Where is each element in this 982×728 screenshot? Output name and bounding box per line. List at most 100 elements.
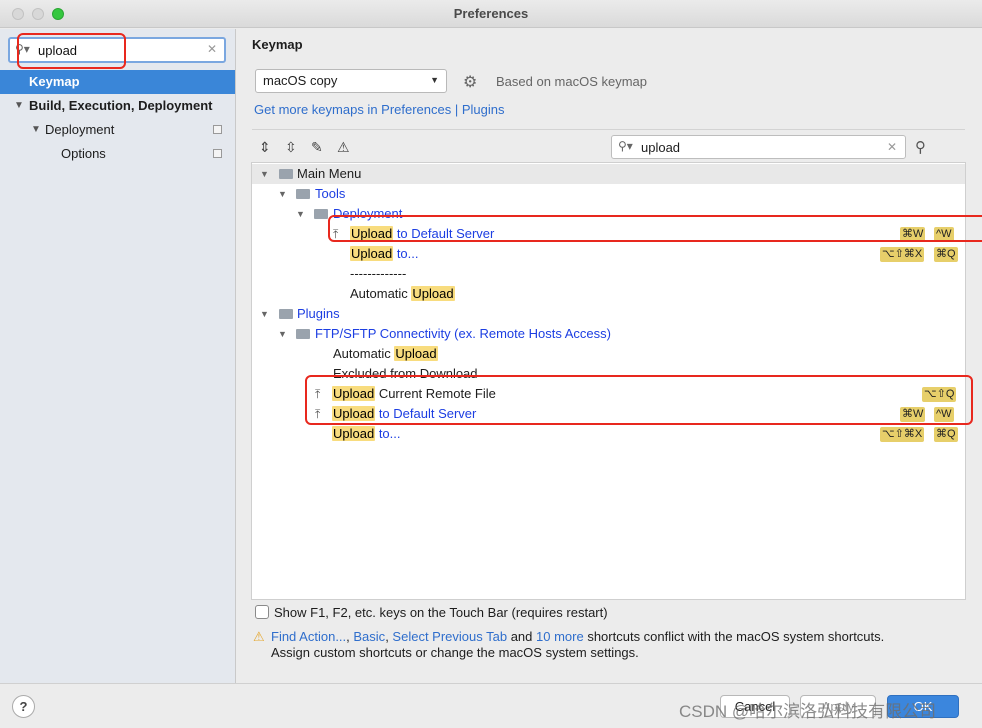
tree-node-label: Plugins <box>297 306 340 321</box>
separator-item: ------------- <box>252 264 965 284</box>
shortcut-badge: ⌘Q <box>934 247 958 262</box>
warning-icon: ⚠ <box>253 629 265 644</box>
action-upload-to[interactable]: Upload to... ⌥⇧⌘X ⌘Q <box>252 424 965 444</box>
select-previous-tab-link[interactable]: Select Previous Tab <box>392 629 507 644</box>
tree-node-label: Tools <box>315 186 346 201</box>
action-upload-current-remote-file[interactable]: ⤒ Upload Current Remote File ⌥⇧Q <box>252 384 965 404</box>
upload-icon: ⤒ <box>315 407 321 421</box>
keymap-select[interactable]: macOS copy ▼ <box>255 69 447 93</box>
more-keymaps-link[interactable]: Get more keymaps in Preferences | Plugin… <box>254 102 505 117</box>
sidebar-item-label: Deployment <box>45 122 115 137</box>
window-title: Preferences <box>453 6 529 21</box>
tree-node-ftp-sftp[interactable]: ▼ FTP/SFTP Connectivity (ex. Remote Host… <box>252 324 965 344</box>
dropdown-arrow-icon: ▼ <box>430 75 439 85</box>
search-match-highlight: Upload <box>332 386 376 401</box>
based-on-label: Based on macOS keymap <box>496 74 648 89</box>
text: shortcuts conflict with the macOS system… <box>583 629 885 644</box>
chevron-down-icon[interactable]: ▼ <box>296 204 305 224</box>
upload-icon: ⤒ <box>315 387 321 401</box>
action-upload-to-default-server[interactable]: ⤒ Upload to Default Server ⌘W ^W <box>252 404 965 424</box>
divider <box>252 129 965 130</box>
shortcut-badge: ⌥⇧Q <box>922 387 957 402</box>
search-icon: ⚲▾ <box>15 42 30 56</box>
search-icon: ⚲▾ <box>618 139 633 153</box>
keymap-panel: Keymap macOS copy ▼ ⚙ Based on macOS key… <box>237 29 982 683</box>
action-excluded-from-download[interactable]: Excluded from Download <box>252 364 965 384</box>
sidebar-item-label: Keymap <box>29 74 80 89</box>
action-label: Excluded from Download <box>333 366 478 381</box>
shortcut-badge: ⌘W <box>900 407 926 422</box>
find-by-shortcut-icon[interactable]: ⚲ <box>915 138 926 156</box>
tree-node-deployment[interactable]: ▼ Deployment <box>252 204 965 224</box>
action-upload-to-default-server[interactable]: ⤒ Upload to Default Server ⌘W ^W <box>252 224 965 244</box>
help-button[interactable]: ? <box>12 695 35 718</box>
search-match-highlight: Upload <box>332 426 376 441</box>
gear-icon[interactable]: ⚙ <box>463 72 477 92</box>
project-settings-icon <box>213 149 222 158</box>
expand-all-icon[interactable]: ⇕ <box>259 139 271 156</box>
search-match-highlight: Upload <box>394 346 438 361</box>
chevron-down-icon[interactable]: ▼ <box>278 324 287 344</box>
action-filter-box[interactable]: ⚲▾ upload ✕ <box>611 135 906 159</box>
settings-search-box[interactable]: ⚲▾ ✕ <box>8 37 226 63</box>
action-upload-to[interactable]: Upload to... ⌥⇧⌘X ⌘Q <box>252 244 965 264</box>
search-match-highlight: Upload <box>350 226 394 241</box>
page-title: Keymap <box>252 37 303 52</box>
chevron-down-icon[interactable]: ▼ <box>278 184 287 204</box>
settings-sidebar: ⚲▾ ✕ Keymap ▼ Build, Execution, Deployme… <box>0 29 236 683</box>
action-filter-input[interactable]: upload <box>641 140 680 155</box>
find-action-link[interactable]: Find Action... <box>271 629 346 644</box>
action-label: Automatic <box>350 286 412 301</box>
clear-filter-icon[interactable]: ✕ <box>887 140 897 154</box>
sidebar-item-options[interactable]: Options <box>0 142 235 166</box>
folder-icon <box>279 169 293 179</box>
chevron-down-icon[interactable]: ▼ <box>260 304 269 324</box>
action-automatic-upload[interactable]: Automatic Upload <box>252 344 965 364</box>
clear-search-icon[interactable]: ✕ <box>207 42 217 56</box>
action-label: to... <box>375 426 401 441</box>
shortcut-badge: ⌥⇧⌘X <box>880 427 925 442</box>
tree-node-main-menu[interactable]: ▼ Main Menu <box>252 164 965 184</box>
separator-label: ------------- <box>350 266 407 281</box>
action-label: Current Remote File <box>375 386 496 401</box>
chevron-down-icon[interactable]: ▼ <box>14 94 24 118</box>
search-match-highlight: Upload <box>332 406 376 421</box>
shortcut-badge: ^W <box>934 407 954 422</box>
sidebar-item-deployment[interactable]: ▼ Deployment <box>0 118 235 142</box>
shortcut-badge: ⌥⇧⌘X <box>880 247 925 262</box>
upload-icon: ⤒ <box>333 227 339 241</box>
settings-search-input[interactable] <box>38 42 203 59</box>
conflicts-warning-icon[interactable]: ⚠ <box>337 139 350 156</box>
tree-node-label: Main Menu <box>297 166 362 181</box>
sidebar-item-build-execution-deployment[interactable]: ▼ Build, Execution, Deployment <box>0 94 235 118</box>
sidebar-item-label: Options <box>61 146 106 161</box>
tree-node-plugins[interactable]: ▼ Plugins <box>252 304 965 324</box>
keymap-select-value: macOS copy <box>263 73 338 88</box>
sidebar-item-keymap[interactable]: Keymap <box>0 70 235 94</box>
folder-icon <box>279 309 293 319</box>
folder-icon <box>314 209 328 219</box>
touchbar-checkbox-label[interactable]: Show F1, F2, etc. keys on the Touch Bar … <box>274 605 608 620</box>
action-label: Automatic <box>333 346 395 361</box>
watermark: CSDN @哈尔滨洛弘科技有限公司 <box>679 702 937 721</box>
tree-node-label: Deployment <box>333 206 403 221</box>
folder-icon <box>296 329 310 339</box>
folder-icon <box>296 189 310 199</box>
conflict-message: Find Action..., Basic, Select Previous T… <box>271 629 884 644</box>
chevron-down-icon[interactable]: ▼ <box>31 118 41 142</box>
action-label: to Default Server <box>375 406 477 421</box>
touchbar-checkbox[interactable] <box>255 605 269 619</box>
basic-link[interactable]: Basic <box>353 629 385 644</box>
search-match-highlight: Upload <box>350 246 394 261</box>
search-match-highlight: Upload <box>411 286 455 301</box>
text: and <box>507 629 537 644</box>
tree-node-tools[interactable]: ▼ Tools <box>252 184 965 204</box>
shortcut-badge: ⌘Q <box>934 427 958 442</box>
chevron-down-icon[interactable]: ▼ <box>260 164 269 184</box>
action-automatic-upload[interactable]: Automatic Upload <box>252 284 965 304</box>
collapse-all-icon[interactable]: ⇳ <box>285 139 297 156</box>
edit-shortcut-icon[interactable]: ✎ <box>311 139 323 156</box>
shortcut-badge: ⌘W <box>900 227 926 242</box>
sidebar-item-label: Build, Execution, Deployment <box>29 98 213 113</box>
more-conflicts-link[interactable]: 10 more <box>536 629 584 644</box>
